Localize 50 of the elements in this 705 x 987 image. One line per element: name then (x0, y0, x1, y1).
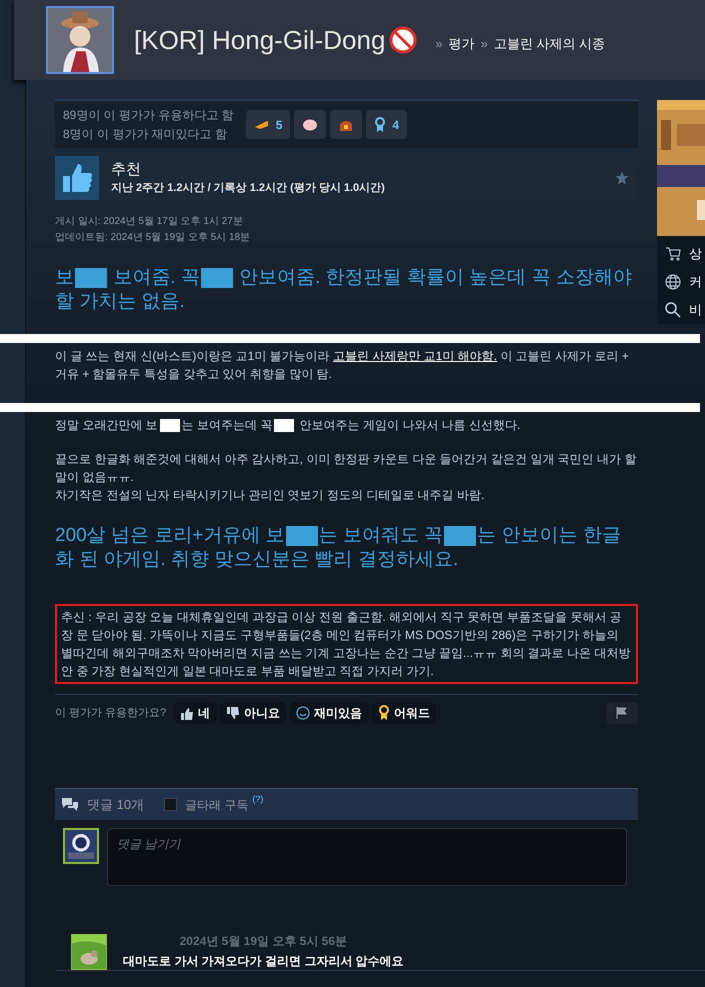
smiley-icon (296, 706, 310, 720)
thumbs-up-icon (55, 156, 99, 200)
thumbs-down-icon (226, 706, 240, 720)
helpful-question: 이 평가가 유용한가요? (55, 706, 166, 721)
rate-button[interactable]: 아니요 (220, 702, 286, 724)
heading-text: 200살 넘은 로리+거유에 보 는 보여줘도 꼭 는 안보이는 한글화 된 야게임. 취향 맞으신분은 빨리 결정하세요. (55, 524, 622, 572)
flag-icon (616, 707, 628, 719)
paragraph-text: 끝으로 한글화 해준것에 대해서 아주 감사하고, 이미 한정판 카운트 다운 들어간거 같은건 일개 국민인 내가 할말이 없음ㅠㅠ. (55, 451, 638, 486)
breadcrumb-separator: » (480, 35, 488, 54)
sidebar-link[interactable]: 상 (657, 240, 705, 268)
recommendation-label: 추천 (111, 160, 142, 180)
breadcrumb-link[interactable]: 평가 (448, 34, 475, 54)
comment-date: 2024년 5월 19일 오후 5시 56분 (178, 933, 348, 950)
medal-icon (374, 116, 386, 132)
cart-icon (665, 247, 681, 261)
help-link[interactable]: (?) (252, 794, 264, 804)
funny-count: 8명이 이 평가가 재미있다고 함 (63, 126, 228, 142)
sidebar-link[interactable]: 비 (657, 296, 705, 324)
comment-text: 대마도로 가서 가져오다가 걸리면 그자리서 압수에요 (123, 953, 404, 970)
thumbs-up-icon (180, 706, 194, 720)
updated-date: 업데이트됨: 2024년 5월 19일 오후 5시 18분 (55, 231, 252, 245)
award-badge[interactable]: 5 (246, 110, 290, 139)
breadcrumb-separator: » (435, 35, 443, 54)
paragraph-text: 차기작은 전설의 닌자 타락시키기나 관리인 엿보기 정도의 디테일로 내주길 바람. (55, 487, 486, 504)
star-icon[interactable] (614, 170, 630, 186)
rate-button[interactable]: 재미있음 (290, 702, 368, 724)
sidebar-link[interactable]: 커 (657, 268, 705, 296)
breadcrumb-link[interactable]: 고블린 사제의 시종 (494, 34, 606, 54)
globe-icon (665, 274, 681, 290)
award-badge[interactable]: 4 (366, 110, 408, 139)
heading-text: 보 보여줌. 꼭 안보여줌. 한정판될 확률이 높은데 꼭 소장해야 할 가치는 없음. (55, 266, 633, 314)
speech-bubbles-icon (61, 796, 79, 812)
rate-button[interactable]: 네 (174, 702, 216, 724)
highlighted-note: 추신 : 우리 공장 오늘 대체휴일인데 과장급 이상 전원 출근함. 해외에서 직구 못하면 부품조달을 못해서 공장 문 닫아야 됨. 가뜩이나 지금도 구형부품들(2층 메인 컴퓨터가 MS DOS기반의 286)은 구하기가 하늘의 별따긴데 해외구매조차 막아버리면 지금 쓰는 기계 고장나는 순간 그냥 끝임...ㅠㅠ 회의 결과로 나온 대처방안 중 가장 현실적인게 일본 대마도로 부품 배달받고 직접 가지러 가기. (55, 604, 638, 684)
profile-name: [KOR] Hong-Gil-Dong (134, 24, 386, 56)
subscribe-checkbox[interactable] (164, 798, 178, 811)
posted-date: 게시 일시: 2024년 5월 17일 오후 1시 27분 (55, 215, 244, 229)
playtime-text: 지난 2주간 1.2시간 / 기록상 1.2시간 (평가 당시 1.0시간) (111, 180, 386, 196)
helpful-count: 89명이 이 평가가 유용하다고 함 (63, 106, 234, 124)
paragraph-text: 정말 오래간만에 보 는 보여주는데 꼭 안보여주는 게임이 나와서 나름 신선했다. (55, 417, 522, 434)
comment-field[interactable]: 댓글 남기기 (107, 828, 627, 886)
subscribe-label: 글타래 구독 (185, 796, 248, 814)
age-restriction-icon (389, 26, 418, 54)
award-badge[interactable] (294, 110, 326, 139)
comment-count: 댓글 10개 (87, 796, 144, 814)
rate-button[interactable]: 어워드 (372, 702, 436, 724)
report-button[interactable] (606, 702, 638, 724)
award-icon (378, 705, 390, 721)
paragraph-text: 이 글 쓰는 현재 신(바스트)이랑은 교1미 불가능이라 고블린 사제랑만 교1미 해야함. 이 고블린 사제가 로리 + 거유 + 함몰유두 특성을 갖추고 있어 취향을 많이 탐. (55, 348, 630, 383)
search-icon (665, 302, 681, 318)
